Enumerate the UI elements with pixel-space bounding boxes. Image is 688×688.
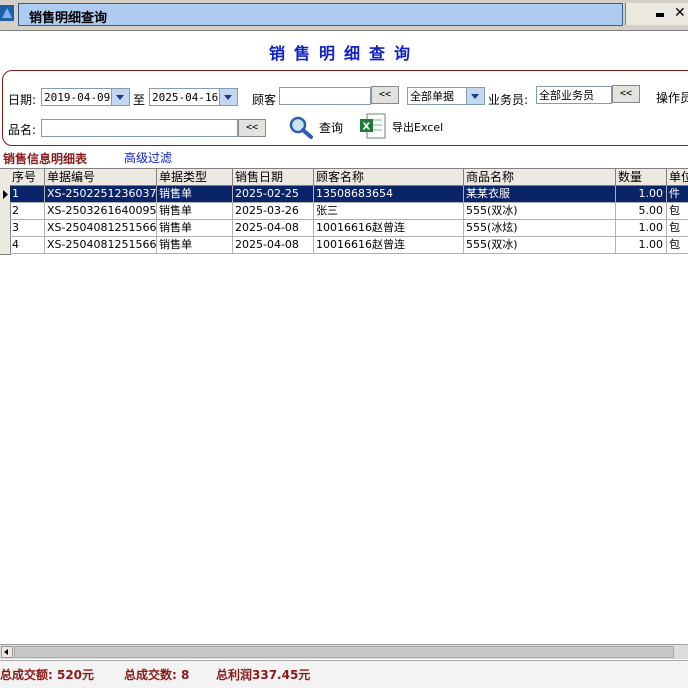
customer-label: 顾客	[252, 93, 277, 107]
search-button[interactable]: 查询	[319, 119, 343, 136]
cell-unit[interactable]: 包	[667, 203, 688, 220]
app-icon	[0, 5, 14, 21]
date-label: 日期:	[8, 93, 37, 107]
status-bar: 总成交额: 520元 总成交数: 8 总利润337.45元	[0, 660, 688, 688]
col-header-product[interactable]: 商品名称	[464, 169, 616, 186]
customer-input[interactable]	[279, 87, 371, 105]
date-to-field[interactable]: 2025-04-16	[149, 88, 238, 106]
cell-qty[interactable]: 1.00	[616, 220, 667, 237]
search-icon[interactable]	[288, 115, 314, 142]
col-header-customer[interactable]: 顾客名称	[314, 169, 464, 186]
table-row[interactable]: 4 XS-250408125156690 销售单 2025-04-08 1001…	[0, 237, 688, 255]
cell-qty[interactable]: 1.00	[616, 186, 667, 203]
col-header-qty[interactable]: 数量	[616, 169, 667, 186]
cell-qty[interactable]: 1.00	[616, 237, 667, 254]
svg-text:X: X	[363, 122, 371, 133]
salesperson-lookup-button[interactable]: <<	[612, 85, 640, 103]
cell-doc-type[interactable]: 销售单	[157, 203, 233, 220]
window-title: 销售明细查询	[29, 11, 108, 26]
cell-customer[interactable]: 10016616赵曾连	[314, 237, 464, 254]
export-excel-button[interactable]: 导出Excel	[392, 119, 443, 135]
excel-icon[interactable]: X	[359, 112, 389, 143]
to-label: 至	[133, 93, 146, 107]
minimize-icon[interactable]	[656, 13, 664, 17]
cell-seq[interactable]: 4	[10, 237, 45, 254]
table-header-row: 序号 单据编号 单据类型 销售日期 顾客名称 商品名称 数量 单位	[0, 169, 688, 187]
doc-scope-value: 全部单据	[410, 90, 454, 103]
date-from-value: 2019-04-09	[44, 91, 111, 104]
total-count: 总成交数: 8	[124, 668, 190, 682]
close-icon[interactable]: ✕	[674, 5, 686, 21]
cell-unit[interactable]: 包	[667, 237, 688, 254]
scroll-left-icon[interactable]	[1, 646, 13, 658]
title-bar-panel: 销售明细查询	[18, 3, 623, 26]
window-controls: ✕	[625, 3, 688, 25]
horizontal-scrollbar[interactable]	[0, 644, 688, 659]
cell-product[interactable]: 555(冰炫)	[464, 220, 616, 237]
cell-doc-type[interactable]: 销售单	[157, 237, 233, 254]
cell-product[interactable]: 555(双冰)	[464, 237, 616, 254]
cell-doc-type[interactable]: 销售单	[157, 220, 233, 237]
cell-seq[interactable]: 3	[10, 220, 45, 237]
col-header-sale-date[interactable]: 销售日期	[233, 169, 314, 186]
cell-qty[interactable]: 5.00	[616, 203, 667, 220]
table-row[interactable]: 1 XS-250225123603727 销售单 2025-02-25 1350…	[0, 186, 688, 204]
doc-scope-dropdown-icon[interactable]	[466, 88, 484, 104]
cell-doc-no[interactable]: XS-250225123603727	[45, 186, 157, 203]
total-amount: 总成交额: 520元	[0, 668, 95, 682]
cell-customer[interactable]: 10016616赵曾连	[314, 220, 464, 237]
cell-seq[interactable]: 2	[10, 203, 45, 220]
cell-sale-date[interactable]: 2025-04-08	[233, 237, 314, 254]
operator-label: 操作员	[656, 91, 688, 105]
cell-customer[interactable]: 张三	[314, 203, 464, 220]
table-row[interactable]: 2 XS-250326164009599 销售单 2025-03-26 张三 5…	[0, 203, 688, 221]
cell-sale-date[interactable]: 2025-02-25	[233, 186, 314, 203]
col-header-seq[interactable]: 序号	[10, 169, 45, 186]
cell-doc-no[interactable]: XS-250408125156690	[45, 237, 157, 254]
table-row[interactable]: 3 XS-250408125156690 销售单 2025-04-08 1001…	[0, 220, 688, 238]
filter-panel: 日期: 2019-04-09 至 2025-04-16 顾客 << 全部单据 业…	[2, 70, 688, 146]
cell-product[interactable]: 某某衣服	[464, 186, 616, 203]
salesperson-label: 业务员:	[488, 93, 529, 107]
col-header-doc-no[interactable]: 单据编号	[45, 169, 157, 186]
window-titlebar: 销售明细查询 ✕	[0, 0, 688, 31]
section-title: 销售信息明细表	[3, 152, 88, 166]
cell-sale-date[interactable]: 2025-03-26	[233, 203, 314, 220]
cell-doc-no[interactable]: XS-250326164009599	[45, 203, 157, 220]
doc-scope-select[interactable]: 全部单据	[407, 87, 485, 105]
customer-lookup-button[interactable]: <<	[371, 86, 399, 104]
cell-unit[interactable]: 件	[667, 186, 688, 203]
page-title: 销售明细查询	[268, 44, 419, 63]
product-input[interactable]	[41, 119, 238, 137]
col-header-unit[interactable]: 单位	[667, 169, 688, 186]
cell-sale-date[interactable]: 2025-04-08	[233, 220, 314, 237]
scroll-thumb[interactable]	[14, 646, 674, 658]
total-profit: 总利润337.45元	[216, 668, 311, 682]
cell-product[interactable]: 555(双冰)	[464, 203, 616, 220]
date-from-dropdown-icon[interactable]	[111, 89, 129, 105]
date-from-field[interactable]: 2019-04-09	[41, 88, 130, 106]
cell-customer[interactable]: 13508683654	[314, 186, 464, 203]
product-label: 品名:	[8, 123, 37, 137]
advanced-filter-link[interactable]: 高级过滤	[124, 149, 172, 166]
cell-unit[interactable]: 包	[667, 220, 688, 237]
date-to-value: 2025-04-16	[152, 91, 219, 104]
cell-seq[interactable]: 1	[10, 186, 45, 203]
product-lookup-button[interactable]: <<	[238, 119, 266, 137]
cell-doc-no[interactable]: XS-250408125156690	[45, 220, 157, 237]
cell-doc-type[interactable]: 销售单	[157, 186, 233, 203]
date-to-dropdown-icon[interactable]	[219, 89, 237, 105]
salesperson-input[interactable]: 全部业务员	[536, 86, 612, 104]
col-header-doc-type[interactable]: 单据类型	[157, 169, 233, 186]
sales-detail-table: 序号 单据编号 单据类型 销售日期 顾客名称 商品名称 数量 单位 1 XS-2…	[0, 168, 688, 645]
